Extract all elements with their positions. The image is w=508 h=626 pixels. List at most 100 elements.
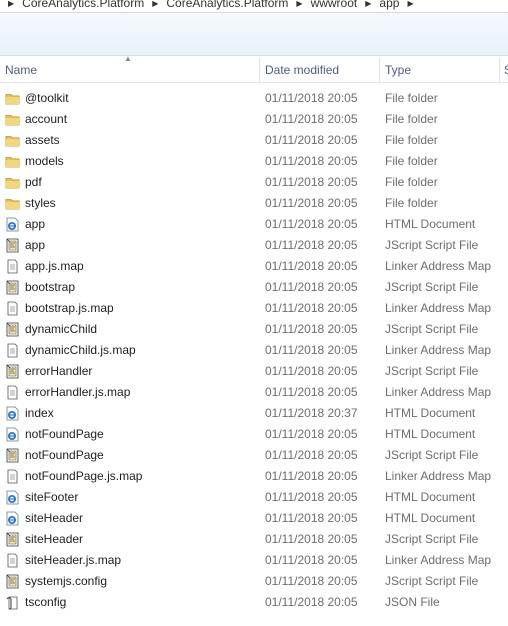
file-name[interactable]: index	[25, 403, 54, 424]
file-type: Linker Address Map	[385, 385, 492, 399]
breadcrumb: ▶ CoreAnalytics.Platform ▶ CoreAnalytics…	[0, 0, 422, 10]
file-type: JScript Script File	[385, 364, 479, 378]
file-type: Linker Address Map	[385, 553, 492, 567]
file-row[interactable]: @toolkit 01/11/2018 20:05 File folder	[0, 88, 508, 109]
file-name[interactable]: @toolkit	[25, 88, 69, 109]
breadcrumb-chevron-icon[interactable]: ▶	[357, 0, 379, 8]
file-name[interactable]: pdf	[25, 172, 42, 193]
file-name[interactable]: errorHandler.js.map	[25, 382, 130, 403]
breadcrumb-item[interactable]: CoreAnalytics.Platform	[166, 0, 288, 10]
breadcrumb-chevron-icon[interactable]: ▶	[144, 0, 166, 8]
column-header-size[interactable]: S	[504, 56, 508, 82]
file-name[interactable]: app	[25, 214, 45, 235]
script-file-icon	[5, 322, 20, 337]
file-row[interactable]: bootstrap 01/11/2018 20:05 JScript Script …	[0, 277, 508, 298]
breadcrumb-item[interactable]: app	[379, 0, 399, 10]
file-name[interactable]: app	[25, 235, 45, 256]
file-row[interactable]: siteHeader 01/11/2018 20:05 JScript Script…	[0, 529, 508, 550]
file-row[interactable]: dynamicChild.js.map 01/11/2018 20:05 Linke…	[0, 340, 508, 361]
file-date-modified: 01/11/2018 20:05	[265, 301, 358, 315]
file-date-modified: 01/11/2018 20:05	[265, 595, 358, 609]
column-header-type[interactable]: Type	[385, 56, 411, 82]
script-file-icon	[5, 448, 20, 463]
breadcrumb-item[interactable]: CoreAnalytics.Platform	[22, 0, 144, 10]
file-type: File folder	[385, 196, 438, 210]
file-name[interactable]: siteHeader.js.map	[25, 550, 121, 571]
file-date-modified: 01/11/2018 20:05	[265, 280, 358, 294]
column-divider[interactable]	[499, 58, 500, 82]
file-row[interactable]: models 01/11/2018 20:05 File folder	[0, 151, 508, 172]
file-row[interactable]: siteHeader.js.map 01/11/2018 20:05 Linker …	[0, 550, 508, 571]
file-name[interactable]: dynamicChild	[25, 319, 97, 340]
file-type: JScript Script File	[385, 280, 479, 294]
file-row[interactable]: notFoundPage 01/11/2018 20:05 HTML Documen…	[0, 424, 508, 445]
file-type: Linker Address Map	[385, 259, 492, 273]
address-bar[interactable]: ▶ CoreAnalytics.Platform ▶ CoreAnalytics…	[0, 0, 508, 13]
file-name[interactable]: dynamicChild.js.map	[25, 340, 136, 361]
file-date-modified: 01/11/2018 20:05	[265, 217, 358, 231]
file-name[interactable]: bootstrap.js.map	[25, 298, 114, 319]
file-row[interactable]: account 01/11/2018 20:05 File folder	[0, 109, 508, 130]
file-date-modified: 01/11/2018 20:05	[265, 532, 358, 546]
script-file-icon	[5, 364, 20, 379]
html-document-icon	[5, 406, 20, 421]
file-name[interactable]: systemjs.config	[25, 571, 107, 592]
file-row[interactable]: styles 01/11/2018 20:05 File folder	[0, 193, 508, 214]
column-divider[interactable]	[379, 58, 380, 82]
column-header-name[interactable]: Name	[5, 56, 37, 82]
file-row[interactable]: systemjs.config 01/11/2018 20:05 JScript S…	[0, 571, 508, 592]
breadcrumb-item[interactable]: wwwroot	[311, 0, 358, 10]
file-name[interactable]: tsconfig	[25, 592, 66, 613]
file-row[interactable]: app 01/11/2018 20:05 JScript Script File	[0, 235, 508, 256]
file-type: JScript Script File	[385, 532, 479, 546]
breadcrumb-chevron-icon[interactable]: ▶	[0, 0, 22, 8]
file-name[interactable]: styles	[25, 193, 56, 214]
file-type: JScript Script File	[385, 448, 479, 462]
file-row[interactable]: pdf 01/11/2018 20:05 File folder	[0, 172, 508, 193]
breadcrumb-chevron-icon[interactable]: ▶	[399, 0, 421, 8]
script-file-icon	[5, 238, 20, 253]
file-row[interactable]: notFoundPage.js.map 01/11/2018 20:05 Linke…	[0, 466, 508, 487]
file-name[interactable]: siteHeader	[25, 529, 83, 550]
file-row[interactable]: app.js.map 01/11/2018 20:05 Linker Address…	[0, 256, 508, 277]
file-row[interactable]: index 01/11/2018 20:37 HTML Document	[0, 403, 508, 424]
file-row[interactable]: notFoundPage 01/11/2018 20:05 JScript Scri…	[0, 445, 508, 466]
file-type: JSON File	[385, 595, 440, 609]
file-date-modified: 01/11/2018 20:05	[265, 427, 358, 441]
folder-icon	[5, 133, 20, 148]
file-name[interactable]: siteHeader	[25, 508, 83, 529]
file-name[interactable]: bootstrap	[25, 277, 75, 298]
file-date-modified: 01/11/2018 20:05	[265, 91, 358, 105]
file-date-modified: 01/11/2018 20:05	[265, 259, 358, 273]
map-file-icon	[5, 385, 20, 400]
folder-icon	[5, 91, 20, 106]
map-file-icon	[5, 301, 20, 316]
file-type: File folder	[385, 175, 438, 189]
file-name[interactable]: account	[25, 109, 67, 130]
file-row[interactable]: assets 01/11/2018 20:05 File folder	[0, 130, 508, 151]
file-name[interactable]: errorHandler	[25, 361, 92, 382]
html-document-icon	[5, 217, 20, 232]
file-row[interactable]: dynamicChild 01/11/2018 20:05 JScript Scri…	[0, 319, 508, 340]
file-row[interactable]: siteFooter 01/11/2018 20:05 HTML Document	[0, 487, 508, 508]
file-name[interactable]: notFoundPage	[25, 424, 104, 445]
breadcrumb-chevron-icon[interactable]: ▶	[288, 0, 310, 8]
file-row[interactable]: errorHandler 01/11/2018 20:05 JScript Scri…	[0, 361, 508, 382]
file-type: JScript Script File	[385, 574, 479, 588]
map-file-icon	[5, 553, 20, 568]
json-file-icon	[5, 595, 20, 610]
file-name[interactable]: notFoundPage.js.map	[25, 466, 142, 487]
file-name[interactable]: siteFooter	[25, 487, 78, 508]
column-divider[interactable]	[259, 58, 260, 82]
file-row[interactable]: errorHandler.js.map 01/11/2018 20:05 Linke…	[0, 382, 508, 403]
file-row[interactable]: tsconfig 01/11/2018 20:05 JSON File	[0, 592, 508, 613]
file-row[interactable]: siteHeader 01/11/2018 20:05 HTML Document	[0, 508, 508, 529]
file-name[interactable]: assets	[25, 130, 60, 151]
file-row[interactable]: bootstrap.js.map 01/11/2018 20:05 Linker A…	[0, 298, 508, 319]
file-name[interactable]: models	[25, 151, 64, 172]
map-file-icon	[5, 259, 20, 274]
file-name[interactable]: app.js.map	[25, 256, 84, 277]
column-header-date-modified[interactable]: Date modified	[265, 56, 339, 82]
file-row[interactable]: app 01/11/2018 20:05 HTML Document	[0, 214, 508, 235]
file-name[interactable]: notFoundPage	[25, 445, 104, 466]
